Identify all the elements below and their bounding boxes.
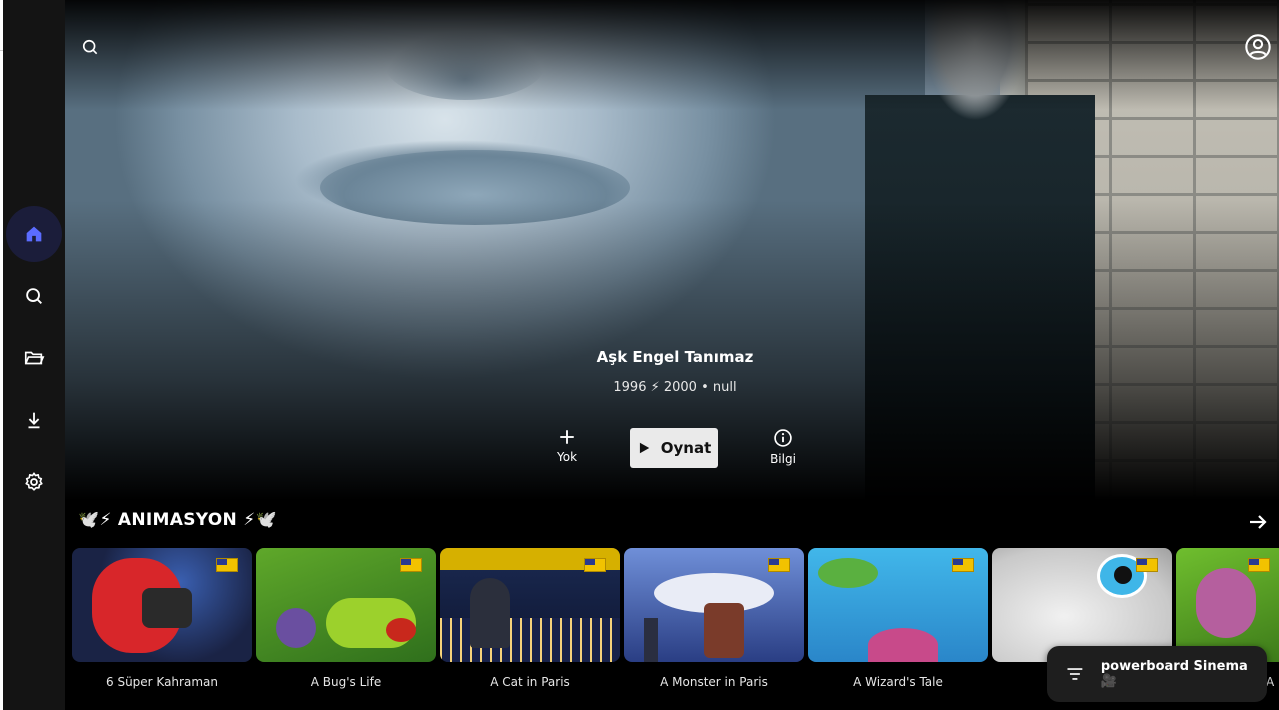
poster-art [1196, 568, 1256, 638]
movie-card-title: A Wizard's Tale [853, 675, 943, 689]
poster-art [440, 618, 620, 662]
poster-art [276, 608, 316, 648]
info-label: Bilgi [770, 452, 796, 466]
play-button[interactable]: Oynat [630, 428, 718, 468]
top-search-button[interactable] [73, 30, 107, 64]
info-icon [774, 429, 792, 447]
language-flag-icon [768, 558, 790, 572]
plus-icon [560, 430, 574, 444]
poster-art [856, 586, 946, 620]
movie-card[interactable] [992, 548, 1172, 662]
language-flag-icon [1136, 558, 1158, 572]
add-to-list-button[interactable]: Yok [547, 428, 587, 464]
movie-card[interactable] [624, 548, 804, 662]
search-icon [82, 39, 98, 55]
arrow-right-icon [1250, 515, 1267, 529]
poster-art [386, 618, 416, 642]
movie-card-title: A Bug's Life [310, 675, 382, 689]
movie-card[interactable] [256, 548, 436, 662]
movie-card[interactable] [1176, 548, 1279, 662]
poster-art [818, 558, 878, 588]
powerboard-toast[interactable]: powerboard Sinema 🎥 [1047, 646, 1267, 702]
gear-icon [25, 472, 43, 491]
poster-art [868, 628, 938, 662]
download-icon [28, 412, 40, 429]
movie-card[interactable] [72, 548, 252, 662]
language-flag-icon [952, 558, 974, 572]
play-icon [639, 442, 649, 454]
toast-label: powerboard Sinema 🎥 [1100, 659, 1248, 689]
language-flag-icon [216, 558, 238, 572]
hero-title: Aşk Engel Tanımaz [596, 348, 754, 366]
language-flag-icon [1248, 558, 1270, 572]
play-label: Oynat [660, 439, 712, 457]
movie-card-title: A [1266, 675, 1275, 689]
hero-meta: 1996 ⚡ 2000 • null [613, 380, 737, 395]
poster-art [470, 578, 510, 648]
hero-banner[interactable]: Aşk Engel Tanımaz 1996 ⚡ 2000 • null Yok… [65, 0, 1279, 500]
add-to-list-label: Yok [556, 450, 578, 464]
row-see-all-button[interactable] [1246, 510, 1270, 534]
movie-card-title: A Cat in Paris [490, 675, 570, 689]
language-flag-icon [584, 558, 606, 572]
info-button[interactable]: Bilgi [763, 428, 803, 466]
filter-icon [1067, 668, 1083, 680]
movie-card-title: A Monster in Paris [660, 675, 768, 689]
poster-art [1114, 566, 1132, 584]
sidebar [3, 0, 65, 710]
search-icon [26, 288, 42, 304]
home-icon [26, 226, 42, 242]
folder-icon [24, 351, 45, 365]
movie-card-title: 6 Süper Kahraman [106, 675, 218, 689]
user-circle-icon [1245, 34, 1271, 60]
sidebar-item-settings[interactable] [6, 454, 62, 510]
sidebar-item-folder[interactable] [6, 330, 62, 386]
poster-art [704, 603, 744, 658]
poster-art [142, 588, 192, 628]
profile-button[interactable] [1241, 30, 1275, 64]
hero-fade-top [65, 0, 1279, 110]
language-flag-icon [400, 558, 422, 572]
sidebar-item-search[interactable] [6, 268, 62, 324]
row-title: 🕊️⚡ ANIMASYON ⚡🕊️ [78, 510, 277, 530]
movie-card[interactable] [808, 548, 988, 662]
movie-card[interactable] [440, 548, 620, 662]
sidebar-item-home[interactable] [6, 206, 62, 262]
poster-art [644, 618, 658, 662]
sidebar-item-downloads[interactable] [6, 392, 62, 448]
